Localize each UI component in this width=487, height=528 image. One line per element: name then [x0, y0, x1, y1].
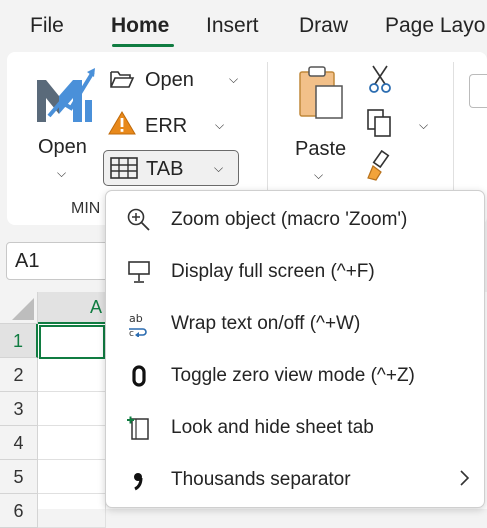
name-box[interactable]: A1 — [6, 242, 110, 280]
format-painter-icon[interactable] — [365, 150, 395, 182]
paste-label: Paste — [295, 138, 347, 160]
row-header[interactable]: 1 — [0, 324, 38, 358]
menu-item-toggle-zero[interactable]: Toggle zero view mode (^+Z) — [106, 353, 484, 399]
menu-item-label: Toggle zero view mode (^+Z) — [171, 365, 415, 386]
tab-file[interactable]: File — [30, 14, 64, 38]
menu-item-wrap-text[interactable]: ab c Wrap text on/off (^+W) — [106, 301, 484, 347]
menu-item-label: Wrap text on/off (^+W) — [171, 313, 361, 334]
row-header[interactable]: 5 — [0, 460, 38, 494]
cell[interactable] — [38, 426, 106, 460]
tab-insert[interactable]: Insert — [206, 14, 259, 38]
cell[interactable] — [38, 460, 106, 494]
row-header[interactable]: 2 — [0, 358, 38, 392]
open-dropdown-button[interactable]: Open ⌵ — [107, 64, 247, 96]
clipboard-icon — [299, 66, 343, 119]
err-dropdown-button[interactable]: ERR ⌵ — [107, 108, 247, 140]
tab-draw[interactable]: Draw — [299, 14, 348, 38]
ribbon-group-label: MIN — [71, 200, 101, 217]
zoom-in-icon — [127, 208, 150, 231]
menu-item-hide-sheet-tab[interactable]: Look and hide sheet tab — [106, 405, 484, 451]
menu-item-full-screen[interactable]: Display full screen (^+F) — [106, 249, 484, 295]
menu-item-zoom-object[interactable]: Zoom object (macro 'Zoom') — [106, 197, 484, 243]
chevron-down-icon: ⌵ — [229, 72, 239, 86]
ribbon-tab-strip: File Home Insert Draw Page Layo — [0, 0, 487, 52]
menu-item-label: Display full screen (^+F) — [171, 261, 375, 282]
open-large-label: Open — [38, 136, 87, 158]
chevron-down-icon: ⌵ — [215, 118, 225, 132]
folder-open-icon — [110, 71, 135, 88]
tab-dropdown-button[interactable]: TAB ⌵ — [103, 150, 239, 186]
scissors-icon[interactable] — [367, 64, 393, 94]
comma-icon — [134, 473, 143, 491]
tab-dropdown-menu: Zoom object (macro 'Zoom') Display full … — [105, 190, 485, 508]
warning-icon — [108, 111, 136, 135]
tab-page-layout[interactable]: Page Layo — [385, 14, 485, 38]
column-header-a[interactable]: A — [38, 292, 106, 324]
font-name-box[interactable] — [469, 74, 487, 108]
chevron-down-icon[interactable]: ⌵ — [419, 118, 428, 133]
copy-icon[interactable] — [365, 108, 395, 138]
row-header[interactable]: 3 — [0, 392, 38, 426]
cell[interactable] — [38, 358, 106, 392]
chevron-down-icon: ⌵ — [57, 166, 67, 180]
tab-home[interactable]: Home — [111, 14, 169, 38]
svg-text:c: c — [129, 329, 134, 337]
tab-label: TAB — [146, 158, 184, 180]
full-screen-icon — [128, 261, 150, 283]
app-logo-icon — [37, 68, 95, 122]
err-label: ERR — [145, 115, 188, 137]
row-header[interactable]: 6 — [0, 494, 38, 528]
chevron-down-icon: ⌵ — [214, 161, 224, 175]
chevron-down-icon: ⌵ — [314, 168, 324, 182]
select-all-corner[interactable] — [0, 292, 38, 324]
open-small-label: Open — [145, 69, 194, 91]
name-box-value: A1 — [15, 250, 40, 272]
menu-item-label: Look and hide sheet tab — [171, 417, 374, 438]
svg-text:ab: ab — [129, 312, 143, 325]
zero-icon — [132, 365, 146, 387]
menu-item-thousands-separator[interactable]: Thousands separator — [106, 457, 484, 503]
wrap-text-icon: ab c — [129, 312, 147, 337]
table-icon — [110, 157, 138, 179]
paste-button[interactable]: Paste ⌵ — [290, 62, 352, 192]
open-large-button[interactable]: Open ⌵ — [27, 60, 99, 190]
cell[interactable] — [38, 392, 106, 426]
active-cell-a1[interactable] — [39, 325, 105, 359]
row-header[interactable]: 4 — [0, 426, 38, 460]
cell[interactable] — [38, 494, 106, 528]
menu-item-label: Thousands separator — [171, 469, 351, 490]
chevron-right-icon — [460, 470, 470, 486]
sheet-tab-icon — [127, 416, 149, 440]
menu-item-label: Zoom object (macro 'Zoom') — [171, 209, 408, 230]
active-tab-indicator — [112, 44, 174, 47]
